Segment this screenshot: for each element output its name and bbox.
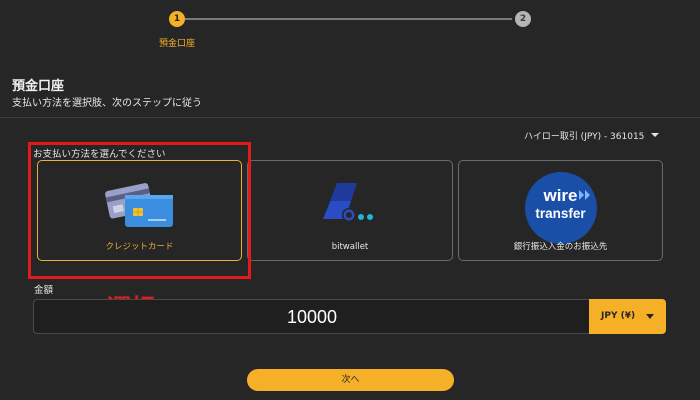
step-progress-line [185,18,512,20]
page-title: 預金口座 [12,79,65,94]
account-select[interactable]: ハイロー取引 (JPY) - 361015 [524,129,644,142]
currency-label: JPY (¥) [601,311,636,321]
arrow-right-icon [578,190,590,200]
wire-logo-text-2: transfer [535,206,586,221]
amount-label: 金額 [34,285,54,296]
chevron-down-icon [646,314,654,319]
chevron-down-icon[interactable] [651,133,659,137]
step-1-label: 預金口座 [158,39,195,49]
step-1-indicator: 1 [169,11,185,27]
stepper: 1 2 預金口座 [0,10,700,50]
payment-method-wire-transfer[interactable]: wire transfer 銀行振込入金のお振込先 [458,160,663,261]
method-name-bitwallet: bitwallet [331,242,369,252]
wire-transfer-logo: wire transfer [524,172,597,244]
amount-value[interactable]: 10000 [34,300,590,335]
next-button[interactable]: 次へ [247,369,454,391]
currency-select[interactable]: JPY (¥) [589,299,666,334]
divider [0,117,700,118]
step-2-indicator: 2 [515,11,531,27]
bitwallet-logo [323,183,373,222]
payment-method-bitwallet[interactable]: bitwallet [247,160,453,261]
selection-highlight-box [28,142,251,279]
amount-input[interactable]: 10000 [33,299,589,334]
method-name-wire-transfer: 銀行振込入金のお振込先 [513,242,608,252]
page-subtitle: 支払い方法を選択肢、次のステップに従う [12,98,202,109]
